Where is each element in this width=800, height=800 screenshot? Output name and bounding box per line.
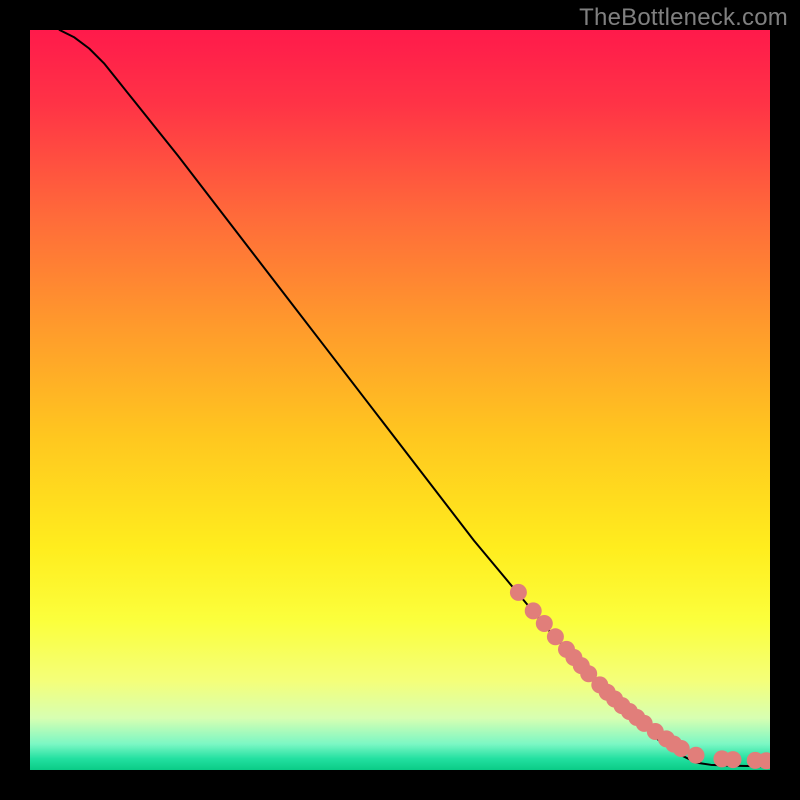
data-point [673, 740, 690, 757]
data-point [688, 747, 705, 764]
chart-frame: TheBottleneck.com [0, 0, 800, 800]
plot-area [30, 30, 770, 770]
gradient-background [30, 30, 770, 770]
chart-svg [30, 30, 770, 770]
data-point [536, 615, 553, 632]
watermark-text: TheBottleneck.com [579, 4, 788, 32]
data-point [510, 584, 527, 601]
data-point [725, 751, 742, 768]
